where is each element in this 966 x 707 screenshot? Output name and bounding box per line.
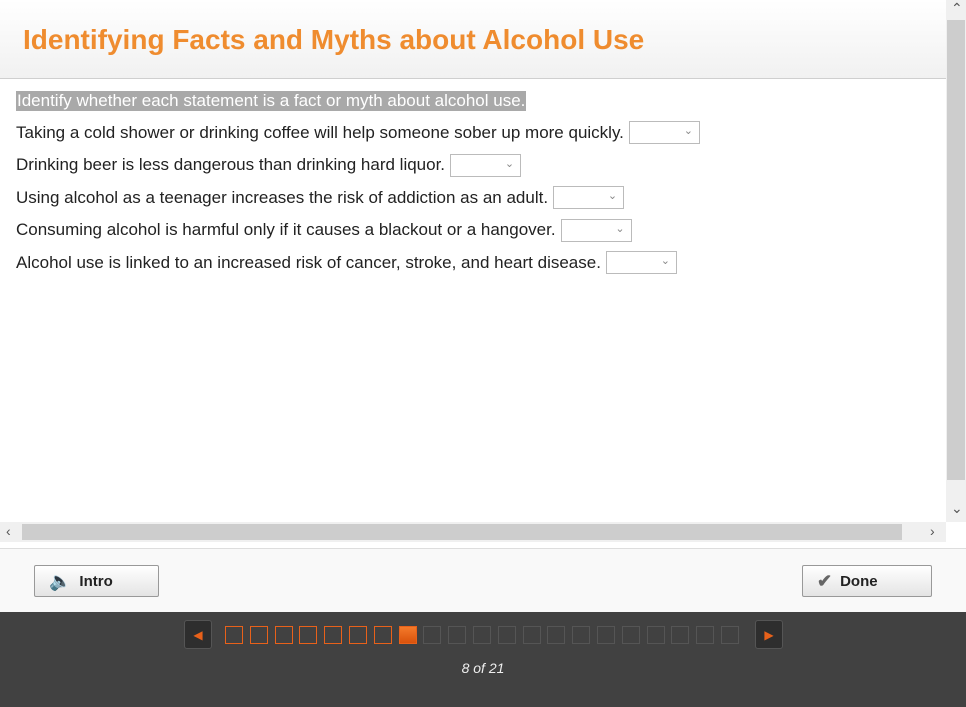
done-button[interactable]: ✔ Done bbox=[802, 565, 932, 597]
scroll-right-icon[interactable]: › bbox=[930, 523, 935, 539]
chevron-down-icon: ⌄ bbox=[615, 222, 625, 235]
page-indicator: 8 of 21 bbox=[461, 660, 505, 676]
chevron-down-icon: ⌄ bbox=[660, 255, 670, 267]
page-square-3[interactable] bbox=[274, 626, 293, 644]
page-square-6[interactable] bbox=[349, 626, 367, 644]
statement-text: Taking a cold shower or drinking coffee … bbox=[16, 122, 624, 142]
scroll-down-icon[interactable]: ⌄ bbox=[951, 500, 963, 517]
vertical-scroll-thumb[interactable] bbox=[947, 20, 965, 480]
navigation-bar: ◀ ▶ 8 of 21 bbox=[0, 612, 966, 707]
statement-text: Drinking beer is less dangerous than dri… bbox=[16, 155, 446, 174]
speaker-icon: 🔈 bbox=[49, 570, 72, 591]
page-square-8[interactable] bbox=[398, 626, 417, 644]
vertical-scrollbar[interactable]: ⌃ ⌄ bbox=[946, 0, 966, 522]
page-square-2[interactable] bbox=[249, 626, 268, 644]
page-square-16[interactable] bbox=[597, 626, 615, 644]
page-square-11[interactable] bbox=[473, 626, 491, 644]
statement-text: Using alcohol as a teenager increases th… bbox=[16, 187, 549, 207]
page-square-10[interactable] bbox=[448, 626, 467, 644]
header: Identifying Facts and Myths about Alcoho… bbox=[0, 0, 946, 79]
fact-myth-select[interactable]: ⌄ bbox=[628, 121, 700, 144]
done-label: Done bbox=[840, 572, 878, 590]
chevron-down-icon: ⌄ bbox=[683, 125, 693, 137]
footer: 🔈 Intro ✔ Done bbox=[0, 548, 966, 612]
fact-myth-select[interactable]: ⌄ bbox=[450, 153, 522, 177]
page-square-15[interactable] bbox=[572, 626, 591, 644]
page-square-5[interactable] bbox=[324, 626, 343, 644]
page-square-9[interactable] bbox=[423, 626, 442, 644]
intro-label: Intro bbox=[79, 572, 113, 590]
previous-page-button[interactable]: ◀ bbox=[184, 620, 212, 649]
page-square-1[interactable] bbox=[225, 626, 243, 644]
page-title: Identifying Facts and Myths about Alcoho… bbox=[23, 24, 645, 55]
instruction: Identify whether each statement is a fac… bbox=[16, 91, 527, 111]
arrow-left-icon: ◀ bbox=[193, 627, 203, 642]
page-square-18[interactable] bbox=[646, 626, 665, 644]
arrow-right-icon: ▶ bbox=[764, 627, 774, 642]
page-square-12[interactable] bbox=[497, 626, 516, 644]
statement-text: Consuming alcohol is harmful only if it … bbox=[16, 220, 556, 239]
horizontal-scrollbar[interactable]: ‹ › bbox=[0, 522, 946, 542]
statement-row: Alcohol use is linked to an increased ri… bbox=[16, 251, 677, 274]
statement-row: Drinking beer is less dangerous than dri… bbox=[16, 153, 522, 177]
page-square-13[interactable] bbox=[522, 626, 541, 644]
page-square-14[interactable] bbox=[547, 626, 566, 644]
fact-myth-select[interactable]: ⌄ bbox=[553, 186, 625, 209]
scroll-up-icon[interactable]: ⌃ bbox=[951, 0, 963, 17]
chevron-down-icon: ⌄ bbox=[607, 190, 618, 202]
statement-text: Alcohol use is linked to an increased ri… bbox=[16, 252, 601, 272]
intro-button[interactable]: 🔈 Intro bbox=[34, 565, 159, 597]
page-square-4[interactable] bbox=[299, 626, 318, 644]
page-square-19[interactable] bbox=[671, 626, 690, 644]
fact-myth-select[interactable]: ⌄ bbox=[605, 251, 677, 274]
page-square-20[interactable] bbox=[696, 626, 715, 644]
chevron-down-icon: ⌄ bbox=[504, 157, 515, 170]
page-square-21[interactable] bbox=[721, 626, 739, 644]
statement-row: Taking a cold shower or drinking coffee … bbox=[16, 121, 700, 144]
checkmark-icon: ✔ bbox=[817, 570, 833, 591]
page-square-7[interactable] bbox=[373, 626, 392, 644]
page-square-17[interactable] bbox=[621, 626, 640, 644]
statement-row: Consuming alcohol is harmful only if it … bbox=[16, 218, 632, 242]
fact-myth-select[interactable]: ⌄ bbox=[560, 218, 632, 242]
horizontal-scroll-thumb[interactable] bbox=[22, 524, 902, 540]
next-page-button[interactable]: ▶ bbox=[755, 620, 783, 649]
scroll-left-icon[interactable]: ‹ bbox=[6, 523, 11, 539]
statement-row: Using alcohol as a teenager increases th… bbox=[16, 186, 625, 209]
content-area: Identify whether each statement is a fac… bbox=[0, 79, 946, 522]
